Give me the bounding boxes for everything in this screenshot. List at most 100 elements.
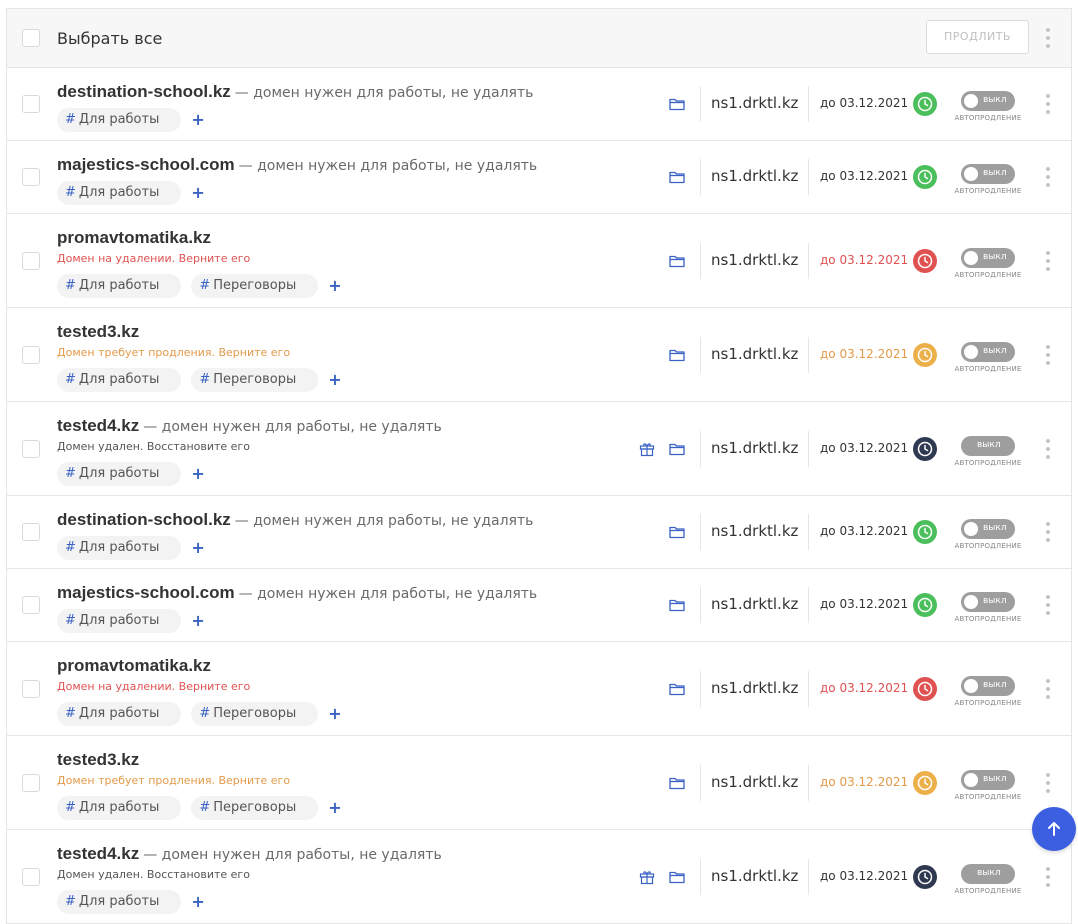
- tag-chip[interactable]: # Для работы: [57, 274, 182, 298]
- domain-name[interactable]: tested3.kz: [57, 322, 139, 341]
- header-menu-icon[interactable]: [1038, 26, 1058, 50]
- gift-icon[interactable]: [638, 440, 656, 462]
- tag-chip[interactable]: # Для работы: [57, 796, 182, 820]
- add-tag-button[interactable]: +: [191, 462, 204, 486]
- tag-chip[interactable]: # Для работы: [57, 702, 182, 726]
- domain-name[interactable]: destination-school.kz: [57, 82, 231, 101]
- autorenew-toggle[interactable]: выкл АВТОПРОДЛЕНИЕ: [953, 247, 1023, 279]
- folder-icon[interactable]: [668, 523, 686, 545]
- row-checkbox[interactable]: [22, 867, 40, 886]
- domain-name[interactable]: tested3.kz: [57, 750, 139, 769]
- toggle-switch[interactable]: выкл: [961, 341, 1015, 362]
- toggle-switch[interactable]: выкл: [961, 247, 1015, 268]
- folder-icon[interactable]: [668, 868, 686, 890]
- row-menu-icon[interactable]: [1038, 677, 1058, 701]
- domain-status-message[interactable]: Домен требует продления. Верните его: [57, 774, 290, 787]
- domain-list: Выбрать все ПРОДЛИТЬ destination-school.…: [6, 8, 1072, 924]
- row-menu-icon[interactable]: [1038, 593, 1058, 617]
- folder-icon[interactable]: [668, 252, 686, 274]
- autorenew-toggle[interactable]: выкл АВТОПРОДЛЕНИЕ: [953, 435, 1023, 467]
- toggle-switch[interactable]: выкл: [961, 519, 1015, 539]
- domain-name[interactable]: promavtomatika.kz: [57, 656, 211, 675]
- folder-icon[interactable]: [668, 440, 686, 462]
- autorenew-toggle[interactable]: выкл АВТОПРОДЛЕНИЕ: [953, 519, 1023, 550]
- tag-chip[interactable]: # Для работы: [57, 368, 182, 392]
- row-checkbox[interactable]: [22, 95, 40, 113]
- toggle-switch[interactable]: выкл: [961, 91, 1015, 111]
- row-checkbox[interactable]: [22, 596, 40, 614]
- folder-icon[interactable]: [668, 596, 686, 618]
- row-checkbox[interactable]: [22, 523, 40, 541]
- tag-chip[interactable]: # Для работы: [57, 108, 182, 132]
- folder-icon[interactable]: [668, 680, 686, 702]
- row-checkbox[interactable]: [22, 251, 40, 270]
- row-checkbox[interactable]: [22, 773, 40, 792]
- row-menu-icon[interactable]: [1038, 92, 1058, 116]
- toggle-switch[interactable]: выкл: [961, 164, 1015, 184]
- toggle-switch[interactable]: выкл: [961, 769, 1015, 790]
- folder-icon[interactable]: [668, 346, 686, 368]
- autorenew-toggle[interactable]: выкл АВТОПРОДЛЕНИЕ: [953, 91, 1023, 122]
- add-tag-button[interactable]: +: [328, 368, 341, 392]
- row-menu-icon[interactable]: [1038, 520, 1058, 544]
- row-menu-icon[interactable]: [1038, 165, 1058, 189]
- domain-name[interactable]: majestics-school.com: [57, 155, 235, 174]
- renew-button[interactable]: ПРОДЛИТЬ: [926, 20, 1029, 54]
- add-tag-button[interactable]: +: [328, 274, 341, 298]
- select-all-checkbox[interactable]: [22, 29, 40, 47]
- row-checkbox[interactable]: [22, 345, 40, 364]
- divider: [808, 86, 809, 122]
- tag-chip[interactable]: # Переговоры: [191, 274, 319, 298]
- row-checkbox[interactable]: [22, 679, 40, 698]
- row-checkbox[interactable]: [22, 168, 40, 186]
- toggle-switch[interactable]: выкл: [961, 675, 1015, 696]
- add-tag-button[interactable]: +: [191, 609, 204, 633]
- add-tag-button[interactable]: +: [191, 108, 204, 132]
- domain-status-message[interactable]: Домен удален. Восстановите его: [57, 868, 250, 881]
- autorenew-toggle[interactable]: выкл АВТОПРОДЛЕНИЕ: [953, 769, 1023, 801]
- row-menu-icon[interactable]: [1038, 249, 1058, 273]
- add-tag-button[interactable]: +: [328, 702, 341, 726]
- folder-icon[interactable]: [668, 774, 686, 796]
- add-tag-button[interactable]: +: [328, 796, 341, 820]
- divider: [700, 336, 701, 373]
- row-menu-icon[interactable]: [1038, 865, 1058, 889]
- tag-chip[interactable]: # Переговоры: [191, 796, 319, 820]
- toggle-switch[interactable]: выкл: [961, 435, 1015, 456]
- clock-icon: [913, 864, 937, 889]
- autorenew-toggle[interactable]: выкл АВТОПРОДЛЕНИЕ: [953, 675, 1023, 707]
- domain-status-message[interactable]: Домен на удалении. Верните его: [57, 680, 250, 693]
- domain-status-message[interactable]: Домен удален. Восстановите его: [57, 440, 250, 453]
- autorenew-toggle[interactable]: выкл АВТОПРОДЛЕНИЕ: [953, 592, 1023, 623]
- row-menu-icon[interactable]: [1038, 437, 1058, 461]
- domain-name[interactable]: tested4.kz: [57, 416, 139, 435]
- toggle-switch[interactable]: выкл: [961, 592, 1015, 612]
- gift-icon[interactable]: [638, 868, 656, 890]
- tag-chip[interactable]: # Для работы: [57, 536, 182, 560]
- domain-name[interactable]: tested4.kz: [57, 844, 139, 863]
- domain-name[interactable]: promavtomatika.kz: [57, 228, 211, 247]
- domain-status-message[interactable]: Домен на удалении. Верните его: [57, 252, 250, 265]
- tag-chip[interactable]: # Переговоры: [191, 702, 319, 726]
- tag-chip[interactable]: # Для работы: [57, 462, 182, 486]
- folder-icon[interactable]: [668, 95, 686, 117]
- add-tag-button[interactable]: +: [191, 181, 204, 205]
- domain-name[interactable]: majestics-school.com: [57, 583, 235, 602]
- autorenew-toggle[interactable]: выкл АВТОПРОДЛЕНИЕ: [953, 341, 1023, 373]
- autorenew-toggle[interactable]: выкл АВТОПРОДЛЕНИЕ: [953, 164, 1023, 195]
- toggle-switch[interactable]: выкл: [961, 863, 1015, 884]
- domain-name[interactable]: destination-school.kz: [57, 510, 231, 529]
- folder-icon[interactable]: [668, 168, 686, 190]
- tag-chip[interactable]: # Переговоры: [191, 368, 319, 392]
- autorenew-toggle[interactable]: выкл АВТОПРОДЛЕНИЕ: [953, 863, 1023, 895]
- tag-chip[interactable]: # Для работы: [57, 609, 182, 633]
- add-tag-button[interactable]: +: [191, 536, 204, 560]
- row-checkbox[interactable]: [22, 439, 40, 458]
- row-menu-icon[interactable]: [1038, 343, 1058, 367]
- row-menu-icon[interactable]: [1038, 771, 1058, 795]
- tag-chip[interactable]: # Для работы: [57, 890, 182, 914]
- domain-status-message[interactable]: Домен требует продления. Верните его: [57, 346, 290, 359]
- tag-chip[interactable]: # Для работы: [57, 181, 182, 205]
- add-tag-button[interactable]: +: [191, 890, 204, 914]
- scroll-to-top-button[interactable]: [1032, 807, 1076, 851]
